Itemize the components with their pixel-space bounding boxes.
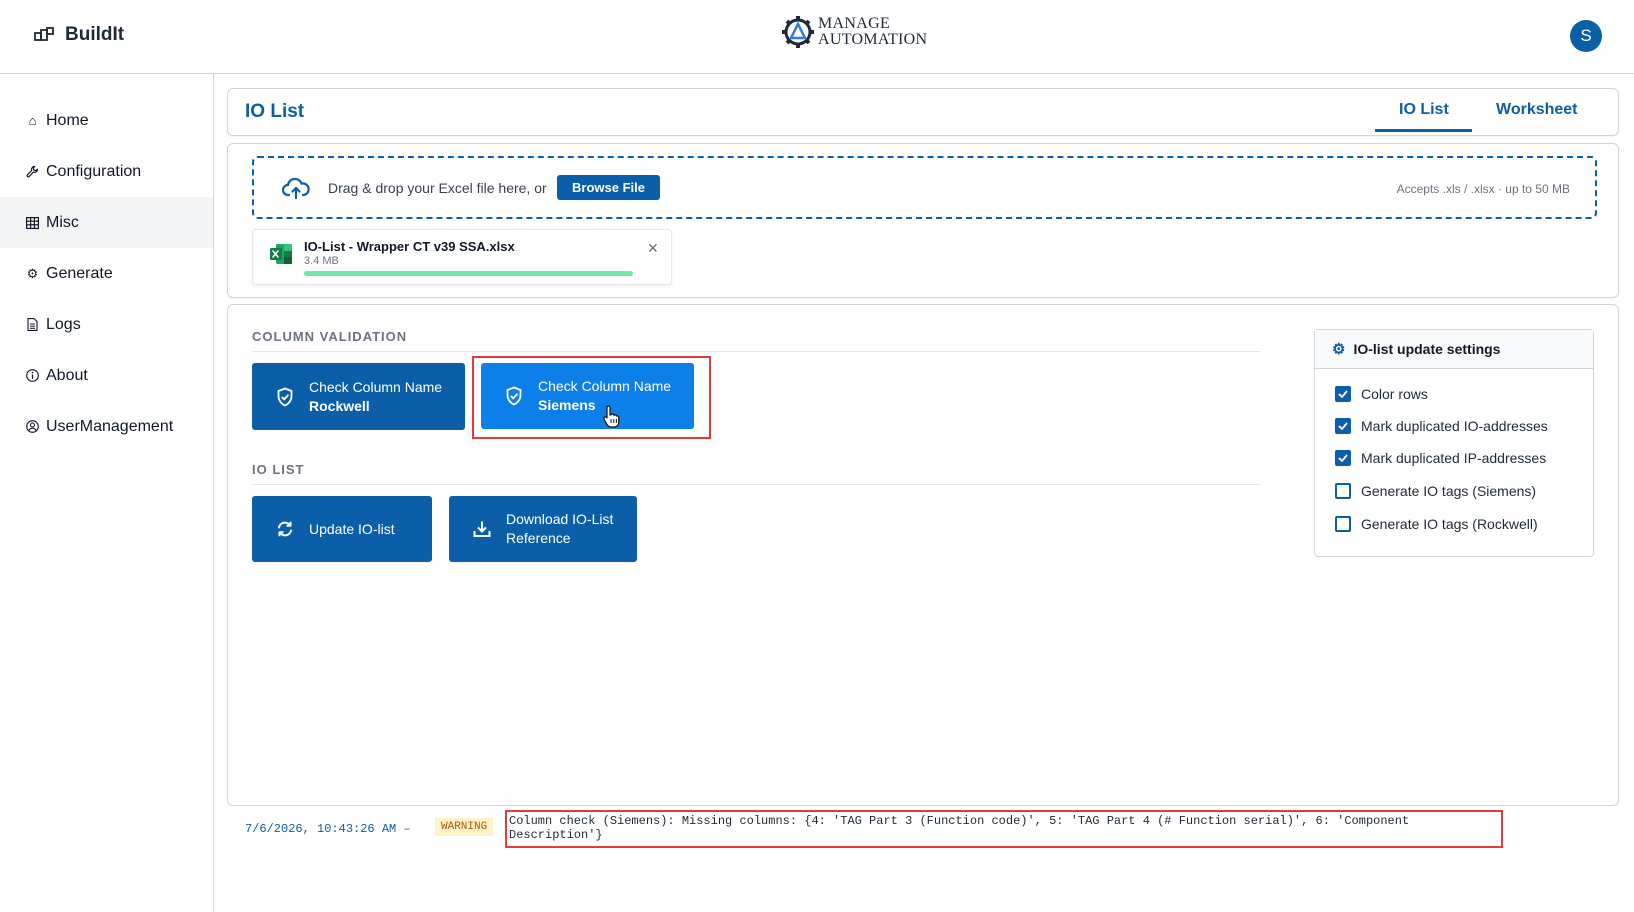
log-timestamp: 7/6/2026, 10:43:26 AM – — [245, 822, 411, 836]
button-line-2: Siemens — [538, 397, 596, 413]
sidebar-item-label: Logs — [46, 315, 81, 333]
update-io-list-label: Update IO-list — [309, 520, 395, 537]
file-size: 3.4 MB — [304, 255, 339, 267]
option-color-rows[interactable]: Color rows — [1335, 386, 1428, 402]
sidebar-item-configuration[interactable]: Configuration — [0, 146, 213, 197]
sidebar-item-home[interactable]: ⌂ Home — [0, 95, 213, 146]
download-icon — [471, 520, 493, 538]
option-label: Color rows — [1361, 386, 1428, 402]
sidebar-item-label: Generate — [46, 264, 113, 282]
checkbox-unchecked[interactable] — [1335, 483, 1351, 499]
logo-line-2: AUTOMATION — [818, 31, 928, 48]
check-column-rockwell-button[interactable]: Check Column Name Rockwell — [252, 363, 465, 430]
gear-icon: ⚙ — [1332, 341, 1346, 358]
sidebar-item-label: About — [46, 366, 88, 384]
option-label: Generate IO tags (Rockwell) — [1361, 516, 1538, 532]
checkbox-checked[interactable] — [1335, 386, 1351, 402]
checkbox-unchecked[interactable] — [1335, 516, 1351, 532]
grid-icon — [25, 216, 40, 229]
user-circle-icon — [25, 420, 40, 433]
section-divider — [252, 484, 1261, 485]
file-name: IO-List - Wrapper CT v39 SSA.xlsx — [304, 239, 515, 254]
settings-header: ⚙ IO-list update settings — [1315, 330, 1593, 369]
update-io-list-button[interactable]: Update IO-list — [252, 496, 432, 562]
remove-file-button[interactable]: ✕ — [647, 240, 659, 257]
active-tab-indicator — [1375, 129, 1472, 132]
cloud-upload-icon — [282, 177, 310, 200]
gear-logo-icon — [782, 16, 814, 48]
sidebar-item-logs[interactable]: Logs — [0, 299, 213, 350]
refresh-icon — [274, 520, 296, 538]
page-title: IO List — [245, 101, 305, 122]
option-label: Mark duplicated IP-addresses — [1361, 450, 1547, 466]
sidebar-item-label: Home — [46, 111, 89, 129]
checkbox-checked[interactable] — [1335, 450, 1351, 466]
option-label: Generate IO tags (Siemens) — [1361, 483, 1537, 499]
document-icon — [25, 318, 40, 331]
app-brand[interactable]: BuildIt — [33, 24, 124, 46]
button-line-2: Reference — [506, 530, 571, 546]
sidebar-item-label: Misc — [46, 213, 79, 231]
upload-progress-fill — [304, 271, 633, 276]
log-bar: 7/6/2026, 10:43:26 AM – WARNING Column c… — [227, 806, 1619, 848]
sidebar-item-generate[interactable]: ⚙ Generate — [0, 248, 213, 299]
button-line-1: Check Column Name — [309, 378, 443, 395]
excel-file-icon — [270, 244, 292, 264]
hand-cursor-icon — [603, 405, 620, 428]
check-column-siemens-button[interactable]: Check Column Name Siemens — [481, 363, 694, 429]
tab-io-list[interactable]: IO List — [1399, 101, 1449, 119]
shield-check-icon — [503, 386, 525, 406]
app-name: BuildIt — [65, 24, 125, 45]
browse-file-button[interactable]: Browse File — [557, 175, 660, 200]
io-list-settings-card: ⚙ IO-list update settings Color rows Mar… — [1314, 329, 1594, 557]
accepted-formats-text: Accepts .xls / .xlsx · up to 50 MB — [1396, 182, 1570, 196]
option-mark-duplicated-io[interactable]: Mark duplicated IO-addresses — [1335, 418, 1548, 434]
home-icon: ⌂ — [28, 113, 37, 128]
button-line-1: Check Column Name — [538, 378, 672, 394]
dropzone-text: Drag & drop your Excel file here, or — [328, 180, 547, 196]
logo-line-1: MANAGE — [818, 15, 891, 32]
sidebar: ⌂ Home Configuration Misc ⚙ Generate Log… — [0, 74, 214, 912]
top-bar: BuildIt MANAGE AUTOMATION S — [0, 0, 1634, 74]
blocks-icon — [34, 27, 54, 41]
option-mark-duplicated-ip[interactable]: Mark duplicated IP-addresses — [1335, 450, 1546, 466]
uploaded-file-card: IO-List - Wrapper CT v39 SSA.xlsx 3.4 MB… — [252, 229, 672, 285]
manage-automation-logo: MANAGE AUTOMATION — [780, 12, 927, 52]
user-avatar[interactable]: S — [1570, 20, 1602, 52]
main-panel: COLUMN VALIDATION Check Column Name Rock… — [227, 304, 1619, 806]
option-label: Mark duplicated IO-addresses — [1361, 418, 1548, 434]
info-icon — [25, 369, 40, 382]
io-list-label: IO LIST — [252, 462, 305, 477]
gear-icon: ⚙ — [26, 265, 39, 281]
button-line-1: Download IO-List — [506, 511, 614, 527]
upload-panel: Drag & drop your Excel file here, or Bro… — [227, 143, 1619, 298]
button-line-2: Rockwell — [309, 397, 370, 414]
section-divider — [252, 351, 1261, 352]
column-validation-label: COLUMN VALIDATION — [252, 329, 408, 344]
settings-title: IO-list update settings — [1353, 341, 1501, 357]
download-io-list-reference-button[interactable]: Download IO-List Reference — [449, 496, 637, 562]
file-dropzone[interactable]: Drag & drop your Excel file here, or Bro… — [252, 156, 1597, 219]
sidebar-item-label: UserManagement — [46, 417, 174, 435]
sidebar-item-misc[interactable]: Misc — [0, 197, 213, 248]
checkbox-checked[interactable] — [1335, 418, 1351, 434]
sidebar-item-label: Configuration — [46, 162, 142, 180]
shield-check-icon — [274, 387, 296, 407]
wrench-icon — [25, 165, 40, 178]
option-generate-siemens-tags[interactable]: Generate IO tags (Siemens) — [1335, 483, 1536, 499]
sidebar-item-usermanagement[interactable]: UserManagement — [0, 401, 213, 452]
log-message: Column check (Siemens): Missing columns:… — [509, 814, 1410, 842]
page-header: IO List IO List Worksheet — [227, 88, 1619, 136]
option-generate-rockwell-tags[interactable]: Generate IO tags (Rockwell) — [1335, 516, 1538, 532]
upload-progress-bar — [304, 271, 633, 276]
tab-worksheet[interactable]: Worksheet — [1496, 101, 1578, 119]
sidebar-item-about[interactable]: About — [0, 350, 213, 401]
log-level-badge: WARNING — [435, 818, 494, 836]
